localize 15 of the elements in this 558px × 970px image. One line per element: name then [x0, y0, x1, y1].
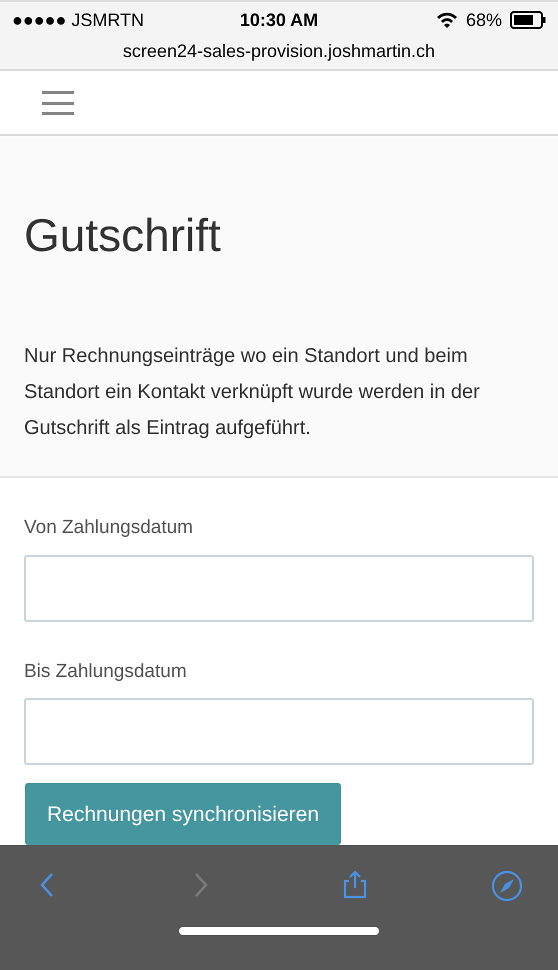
field-label: Bis Zahlungsdatum	[24, 660, 188, 684]
url-text[interactable]: screen24-sales-provision.joshmartin.ch	[122, 38, 436, 65]
date-field[interactable]	[24, 698, 534, 766]
date-field[interactable]	[24, 554, 534, 622]
menu-icon[interactable]	[42, 90, 74, 116]
wifi-icon	[436, 12, 458, 28]
battery-icon	[510, 11, 546, 29]
description-text: Nur Rechnungseinträge wo ein Standort und beim Standort ein Kontakt verknüpft wurde werden in der Gutschrift als Eintrag aufgeführt.	[24, 344, 481, 442]
page-title: Gutschrift	[24, 212, 222, 258]
battery-text: 68%	[466, 8, 502, 32]
compass-icon[interactable]	[491, 870, 523, 902]
carrier-text: ●●●●● JSMRTN	[12, 10, 144, 30]
field-label: Von Zahlungsdatum	[24, 516, 194, 540]
home-indicator[interactable]	[179, 927, 379, 936]
clock-text: 10:30 AM	[240, 8, 318, 32]
